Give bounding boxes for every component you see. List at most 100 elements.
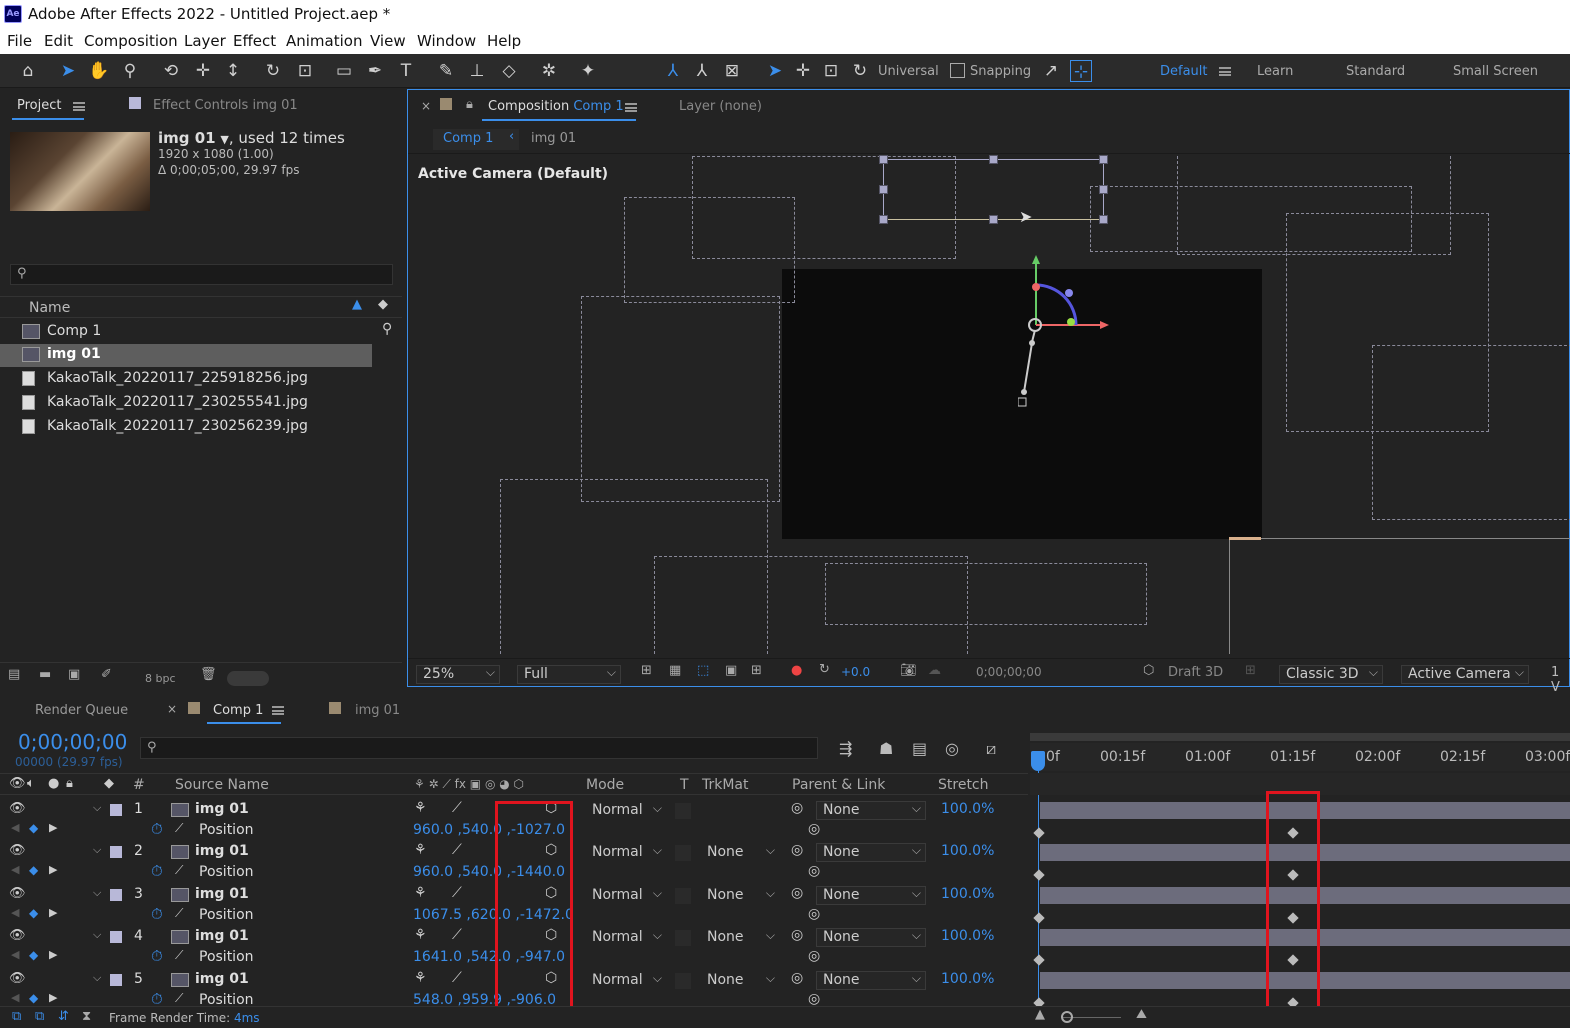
in-out-icon[interactable]: ⇵ bbox=[58, 1009, 69, 1024]
parent-dropdown[interactable]: None bbox=[816, 970, 926, 990]
time-ruler[interactable]: 0f 00:15f 01:00f 01:15f 02:00f 02:15f 03… bbox=[1030, 743, 1570, 771]
quality-switch-icon[interactable]: ⟋ bbox=[452, 885, 462, 901]
prev-keyframe-icon[interactable]: ◀ bbox=[11, 991, 19, 1004]
view-axis-icon[interactable]: ⊠ bbox=[721, 60, 743, 82]
menu-file[interactable]: File bbox=[7, 32, 32, 50]
motion-blur-icon[interactable]: ◎ bbox=[945, 739, 959, 758]
keyframe-start[interactable] bbox=[1033, 827, 1045, 839]
sort-ascending-icon[interactable]: ▲ bbox=[352, 297, 362, 312]
eye-icon[interactable]: 👁︎ bbox=[9, 843, 26, 858]
stretch-value[interactable]: 100.0% bbox=[941, 928, 994, 944]
transform-handle[interactable] bbox=[1099, 185, 1108, 194]
trkmat-dropdown[interactable]: None bbox=[700, 970, 780, 990]
menu-help[interactable]: Help bbox=[487, 32, 521, 50]
selected-layer-outline[interactable] bbox=[883, 159, 1104, 220]
transform-handle[interactable] bbox=[879, 185, 888, 194]
timeline-comp-tab[interactable]: Comp 1 bbox=[213, 703, 263, 718]
stretch-value[interactable]: 100.0% bbox=[941, 886, 994, 902]
preserve-transparency-toggle[interactable] bbox=[675, 973, 691, 989]
breadcrumb-comp[interactable]: Comp 1 ‹ bbox=[433, 129, 519, 150]
layer-label-color[interactable] bbox=[110, 804, 122, 816]
layer-label-color[interactable] bbox=[110, 889, 122, 901]
selection-tool-icon[interactable]: ➤ bbox=[57, 60, 79, 82]
comp-menu-icon[interactable] bbox=[625, 103, 637, 112]
transfer-controls-icon[interactable]: ⧉ bbox=[35, 1009, 44, 1024]
menu-view[interactable]: View bbox=[370, 32, 406, 50]
transform-handle[interactable] bbox=[989, 155, 998, 164]
menu-composition[interactable]: Composition bbox=[84, 32, 178, 50]
video-visibility-icon[interactable]: 👁︎ bbox=[9, 776, 26, 791]
stopwatch-icon[interactable]: ⏱︎ bbox=[151, 947, 163, 965]
composition-tab[interactable]: Composition Comp 1 bbox=[488, 99, 624, 114]
region-of-interest-icon[interactable]: ▣ bbox=[725, 663, 737, 678]
blend-mode-dropdown[interactable]: Normal bbox=[585, 885, 667, 905]
render-queue-tab[interactable]: Render Queue bbox=[35, 703, 128, 718]
parent-dropdown[interactable]: None bbox=[816, 842, 926, 862]
zoom-slider-knob[interactable] bbox=[1061, 1011, 1073, 1023]
eye-icon[interactable]: 👁︎ bbox=[9, 971, 26, 986]
lock-icon[interactable]: 🔒︎ bbox=[466, 97, 473, 112]
layer-name[interactable]: img 01 bbox=[195, 928, 249, 944]
thumbnail-slider[interactable] bbox=[227, 671, 269, 686]
timeline-menu-icon[interactable] bbox=[272, 706, 284, 715]
twirl-down-icon[interactable]: ⌵ bbox=[93, 928, 101, 942]
preserve-transparency-toggle[interactable] bbox=[675, 930, 691, 946]
eraser-tool-icon[interactable]: ◇ bbox=[498, 60, 520, 82]
add-keyframe-icon[interactable]: ◆ bbox=[29, 863, 38, 877]
project-item-file-1[interactable]: KakaoTalk_20220117_225918256.jpg bbox=[0, 368, 402, 391]
transparency-grid-icon[interactable]: ▦ bbox=[669, 663, 681, 678]
audio-icon[interactable]: 🔈︎ bbox=[27, 776, 35, 791]
blend-mode-dropdown[interactable]: Normal bbox=[585, 927, 667, 947]
stretch-column[interactable]: Stretch bbox=[938, 777, 989, 793]
workspace-menu-icon[interactable] bbox=[1219, 67, 1231, 76]
pickwhip-icon[interactable]: ◎ bbox=[791, 885, 803, 901]
expression-pickwhip-icon[interactable]: ◎ bbox=[808, 863, 820, 879]
workspace-standard[interactable]: Standard bbox=[1346, 64, 1405, 79]
grid-guides-icon[interactable]: ⊞ bbox=[751, 663, 762, 678]
hand-tool-icon[interactable]: ✋ bbox=[88, 60, 110, 82]
project-settings-icon[interactable]: ✐ bbox=[101, 667, 112, 682]
keyframe-start[interactable] bbox=[1033, 912, 1045, 924]
graph-icon[interactable]: ⟋ bbox=[175, 948, 183, 963]
ground-plane-icon[interactable]: ⊞ bbox=[1245, 663, 1256, 678]
prev-keyframe-icon[interactable]: ◀ bbox=[11, 863, 19, 876]
3d-scale-icon[interactable]: ⊡ bbox=[820, 60, 842, 82]
next-keyframe-icon[interactable]: ▶ bbox=[49, 863, 57, 876]
blend-mode-dropdown[interactable]: Normal bbox=[585, 800, 667, 820]
expression-pickwhip-icon[interactable]: ◎ bbox=[808, 821, 820, 837]
snapping-checkbox[interactable] bbox=[950, 63, 965, 78]
workspace-small-screen[interactable]: Small Screen bbox=[1453, 64, 1538, 79]
draft-3d-icon[interactable]: ⬡ bbox=[1143, 663, 1154, 678]
work-area-bar[interactable] bbox=[1030, 733, 1570, 741]
snapshot-camera-icon[interactable]: 📷︎ bbox=[900, 663, 917, 678]
layer-label-color[interactable] bbox=[110, 974, 122, 986]
trkmat-dropdown[interactable]: None bbox=[700, 885, 780, 905]
3d-view-dropdown[interactable]: Active Camera ... bbox=[1401, 664, 1529, 699]
mode-column[interactable]: Mode bbox=[586, 777, 624, 793]
project-search-input[interactable]: ⚲ bbox=[10, 264, 393, 285]
stretch-value[interactable]: 100.0% bbox=[941, 971, 994, 987]
number-column[interactable]: # bbox=[133, 777, 145, 793]
color-channels-icon[interactable]: ● bbox=[791, 663, 802, 678]
stopwatch-icon[interactable]: ⏱︎ bbox=[151, 905, 163, 923]
quality-switch-icon[interactable]: ⟋ bbox=[452, 927, 462, 943]
pan-behind-icon[interactable]: ⊡ bbox=[294, 60, 316, 82]
project-menu-icon[interactable] bbox=[73, 102, 85, 111]
menu-edit[interactable]: Edit bbox=[44, 32, 73, 50]
add-keyframe-icon[interactable]: ◆ bbox=[29, 948, 38, 962]
transform-handle[interactable] bbox=[1099, 215, 1108, 224]
twirl-down-icon[interactable]: ⌵ bbox=[93, 843, 101, 857]
pickwhip-icon[interactable]: ◎ bbox=[791, 800, 803, 816]
eye-icon[interactable]: 👁︎ bbox=[9, 801, 26, 816]
expression-pickwhip-icon[interactable]: ◎ bbox=[808, 991, 820, 1007]
source-name-column[interactable]: Source Name bbox=[175, 777, 269, 793]
brush-tool-icon[interactable]: ✎ bbox=[435, 60, 457, 82]
trkmat-dropdown[interactable]: None bbox=[700, 927, 780, 947]
twirl-down-icon[interactable]: ⌵ bbox=[93, 801, 101, 815]
next-keyframe-icon[interactable]: ▶ bbox=[49, 821, 57, 834]
shy-switch-icon[interactable]: ⚘ bbox=[414, 800, 427, 816]
project-tab[interactable]: Project bbox=[17, 98, 61, 113]
layer-name[interactable]: img 01 bbox=[195, 971, 249, 987]
new-composition-icon[interactable]: ▣ bbox=[68, 667, 80, 682]
prev-keyframe-icon[interactable]: ◀ bbox=[11, 906, 19, 919]
